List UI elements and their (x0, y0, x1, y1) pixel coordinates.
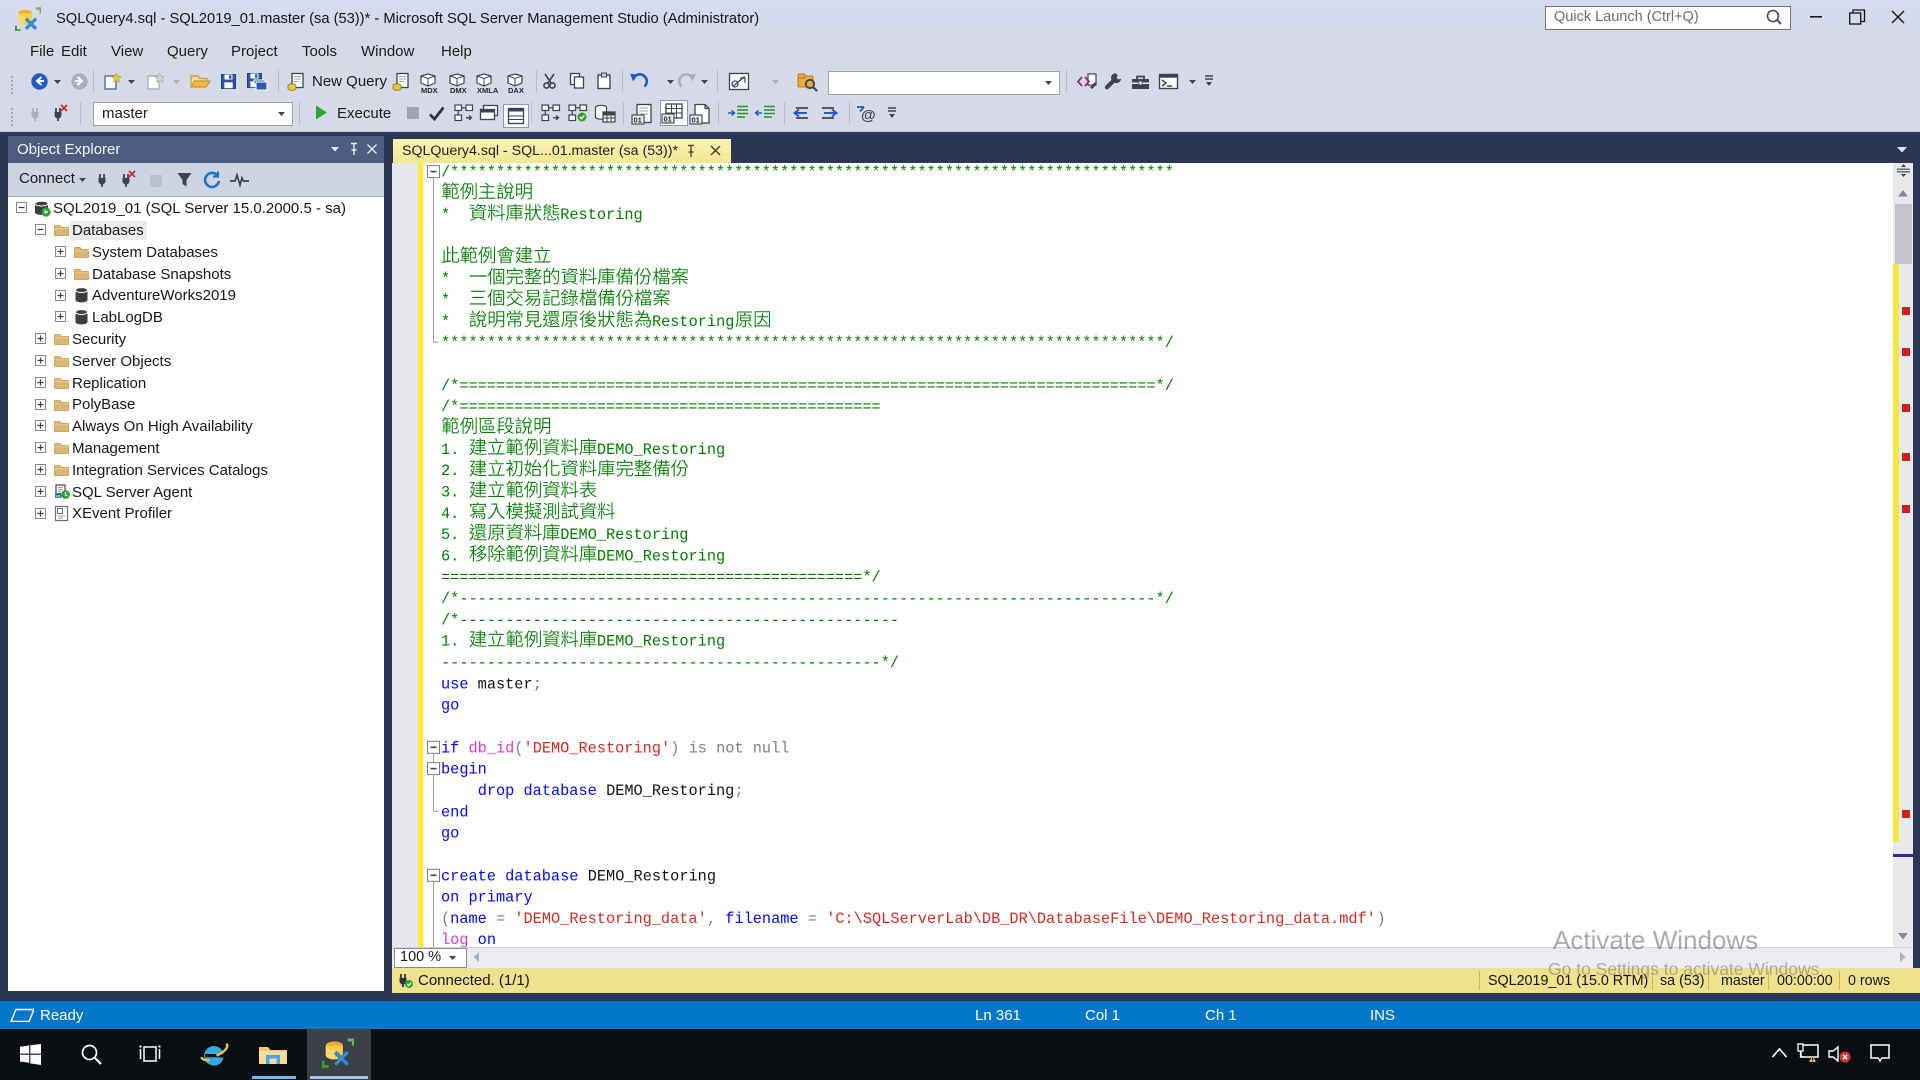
svg-text:on primary: on primary (441, 889, 533, 907)
svg-text:;: ; (734, 782, 743, 800)
svg-text:master: master (469, 675, 533, 693)
svg-text:db_id: db_id (469, 739, 515, 757)
svg-text:XMLA: XMLA (477, 86, 499, 94)
svg-text:DEMO_Restoring: DEMO_Restoring (597, 441, 725, 459)
svg-text:1.: 1. (441, 633, 468, 651)
svg-text:DEMO_Restoring: DEMO_Restoring (597, 633, 725, 651)
svg-text:create database: create database (441, 867, 578, 885)
svg-text:go: go (441, 825, 459, 843)
svg-text:if: if (441, 739, 459, 757)
svg-text:2.: 2. (441, 462, 468, 480)
svg-text:on: on (469, 931, 496, 947)
svg-text:DEMO_Restoring: DEMO_Restoring (560, 526, 688, 544)
svg-text:*: * (441, 206, 468, 224)
svg-text:/*****************************: /***************************************… (441, 164, 1174, 182)
svg-text:is not null: is not null (679, 739, 789, 757)
svg-text:==============================: ========================================… (441, 569, 881, 587)
svg-text:;: ; (533, 675, 542, 693)
svg-text:,: , (707, 910, 716, 928)
svg-text:'C:\SQLServerLab\DB_DR\Databas: 'C:\SQLServerLab\DB_DR\DatabaseFile\DEMO… (826, 910, 1376, 928)
svg-text:*: * (441, 270, 468, 288)
svg-text:use: use (441, 675, 468, 693)
svg-text:name: name (450, 910, 487, 928)
svg-text:): ) (1376, 910, 1385, 928)
svg-text:'DEMO_Restoring': 'DEMO_Restoring' (524, 739, 671, 757)
svg-text:5.: 5. (441, 526, 468, 544)
svg-text:1.: 1. (441, 441, 468, 459)
svg-text:(: ( (514, 739, 523, 757)
svg-text:xo: xo (56, 494, 61, 499)
svg-text:DEMO_Restoring: DEMO_Restoring (579, 867, 716, 885)
svg-text:log: log (441, 931, 468, 947)
svg-text:Restoring: Restoring (560, 206, 642, 224)
svg-text:Restoring: Restoring (652, 313, 734, 331)
svg-text:end: end (441, 803, 468, 821)
svg-text:01: 01 (692, 116, 700, 125)
svg-text:=: = (487, 910, 514, 928)
svg-text:@: @ (861, 107, 876, 122)
svg-text:/*----------------------------: /*--------------------------------------… (441, 590, 1174, 608)
svg-text:): ) (670, 739, 679, 757)
svg-text:------------------------------: ----------------------------------------… (441, 654, 899, 672)
svg-text:drop database: drop database (478, 782, 597, 800)
svg-text:begin: begin (441, 761, 487, 779)
svg-text:go: go (441, 697, 459, 715)
svg-text:******************************: ****************************************… (441, 334, 1174, 352)
svg-text:/*============================: /*======================================… (441, 398, 881, 416)
svg-text:DEMO_Restoring: DEMO_Restoring (597, 547, 725, 565)
svg-text:6.: 6. (441, 547, 468, 565)
svg-text:4.: 4. (441, 505, 468, 523)
svg-text:*: * (441, 313, 468, 331)
svg-text:MDX: MDX (421, 86, 438, 94)
svg-text:/*============================: /*======================================… (441, 377, 1174, 395)
svg-text:=: = (799, 910, 826, 928)
svg-text:filename: filename (716, 910, 798, 928)
svg-text:(: ( (441, 910, 450, 928)
svg-text:3.: 3. (441, 483, 468, 501)
svg-text:01: 01 (664, 115, 672, 124)
svg-text:DAX: DAX (508, 86, 524, 94)
svg-text:01: 01 (634, 116, 642, 125)
svg-text:DEMO_Restoring: DEMO_Restoring (597, 782, 734, 800)
svg-text:*: * (441, 292, 468, 310)
svg-text:'DEMO_Restoring_data': 'DEMO_Restoring_data' (514, 910, 706, 928)
svg-text:DMX: DMX (450, 86, 467, 94)
svg-text:/*----------------------------: /*--------------------------------------… (441, 611, 899, 629)
